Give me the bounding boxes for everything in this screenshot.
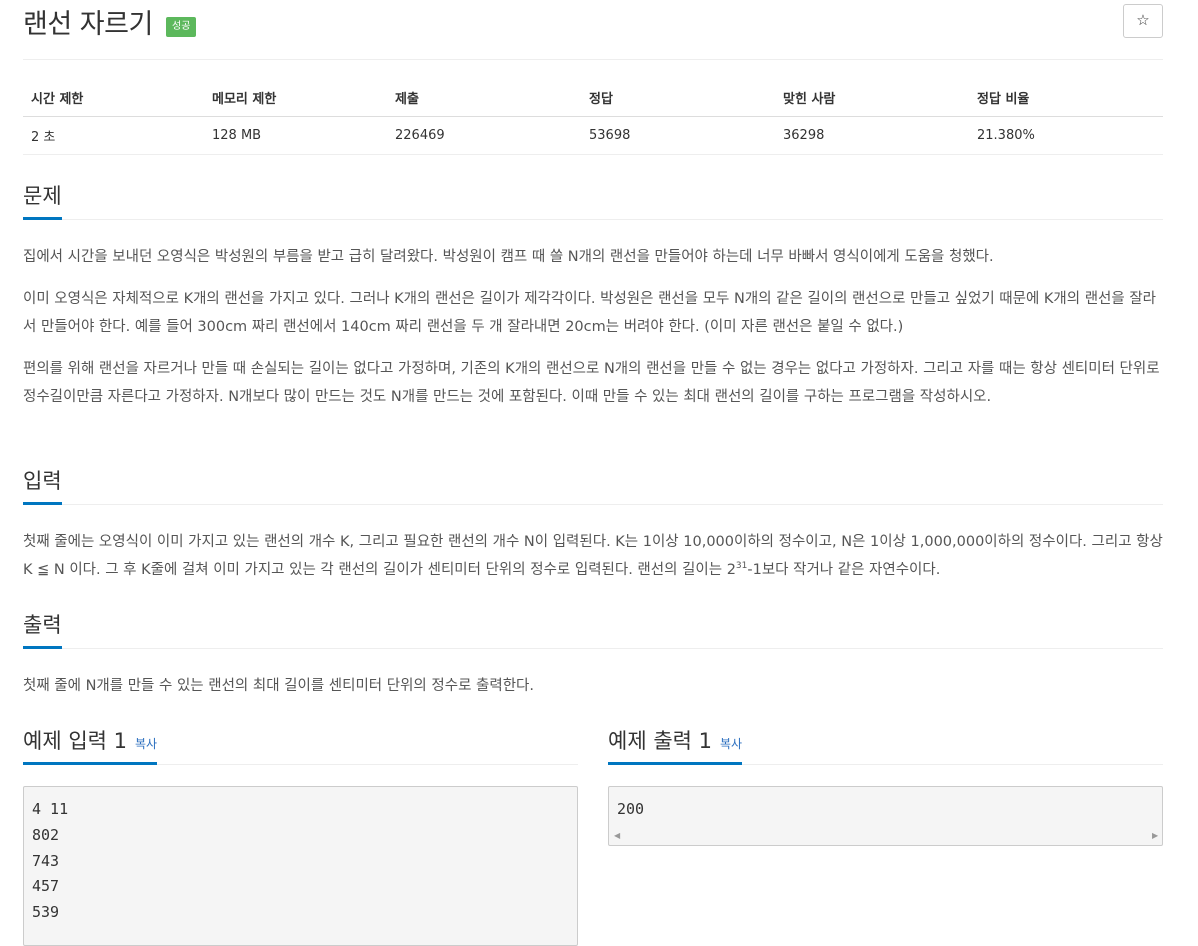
cell-accepted: 53698	[581, 116, 775, 155]
input-text-sup: 31	[735, 561, 748, 572]
output-section-header: 출력	[23, 609, 1163, 649]
header-accept-ratio: 정답 비율	[969, 78, 1163, 117]
problem-paragraph-1: 집에서 시간을 보내던 오영식은 박성원의 부름을 받고 급히 달려왔다. 박성…	[23, 249, 994, 265]
page-title: 랜선 자르기	[23, 9, 153, 40]
divider	[23, 59, 1163, 60]
problem-section-header: 문제	[23, 180, 1163, 220]
output-section-title: 출력	[23, 609, 62, 649]
copy-sample-input-link[interactable]: 복사	[135, 737, 157, 751]
input-paragraph: 첫째 줄에는 오영식이 이미 가지고 있는 랜선의 개수 K, 그리고 필요한 …	[23, 528, 1163, 584]
header-solved-users: 맞힌 사람	[775, 78, 969, 117]
problem-paragraph-3: 편의를 위해 랜선을 자르거나 만들 때 손실되는 길이는 없다고 가정하며, …	[23, 361, 1160, 405]
copy-sample-output-link[interactable]: 복사	[720, 737, 742, 751]
sample-input-title-text: 예제 입력 1	[23, 729, 127, 753]
problem-section-title: 문제	[23, 180, 62, 220]
cell-memory-limit: 128 MB	[204, 116, 387, 155]
input-text-b: -1보다 작거나 같은 자연수이다.	[747, 562, 941, 578]
status-badge: 성공	[166, 17, 197, 37]
sample-input-title: 예제 입력 1 복사	[23, 725, 158, 765]
sample-input-box[interactable]: 4 11 802 743 457 539	[23, 786, 578, 946]
input-section-header: 입력	[23, 465, 1163, 505]
input-section-title: 입력	[23, 465, 62, 505]
header-submissions: 제출	[387, 78, 581, 117]
table-header-row: 시간 제한 메모리 제한 제출 정답 맞힌 사람 정답 비율	[23, 78, 1163, 117]
header-accepted: 정답	[581, 78, 775, 117]
sample-output-title: 예제 출력 1 복사	[608, 725, 743, 765]
table-row: 2 초 128 MB 226469 53698 36298 21.380%	[23, 116, 1163, 155]
title-row: 랜선 자르기 성공 ☆	[23, 0, 1163, 60]
scroll-left-arrow-icon[interactable]: ◀	[614, 831, 620, 840]
problem-page: 랜선 자르기 성공 ☆ 시간 제한 메모리 제한 제출 정답 맞힌 사람 정답 …	[23, 0, 1163, 946]
cell-solved-users: 36298	[775, 116, 969, 155]
header-memory-limit: 메모리 제한	[204, 78, 387, 117]
star-icon: ☆	[1136, 11, 1150, 29]
problem-paragraph-2: 이미 오영식은 자체적으로 K개의 랜선을 가지고 있다. 그러나 K개의 랜선…	[23, 291, 1157, 335]
sample-output-box[interactable]: 200	[608, 786, 1163, 846]
problem-info-table: 시간 제한 메모리 제한 제출 정답 맞힌 사람 정답 비율 2 초 128 M…	[23, 78, 1163, 155]
output-paragraph: 첫째 줄에 N개를 만들 수 있는 랜선의 최대 길이를 센티미터 단위의 정수…	[23, 678, 534, 694]
sample-input-header: 예제 입력 1 복사	[23, 725, 578, 765]
sample-output-title-text: 예제 출력 1	[608, 729, 712, 753]
sample-output-header: 예제 출력 1 복사	[608, 725, 1163, 765]
header-time-limit: 시간 제한	[23, 78, 204, 117]
star-button[interactable]: ☆	[1123, 4, 1163, 38]
input-text-a: 첫째 줄에는 오영식이 이미 가지고 있는 랜선의 개수 K, 그리고 필요한 …	[23, 534, 1163, 578]
cell-time-limit: 2 초	[23, 116, 204, 155]
scroll-right-arrow-icon[interactable]: ▶	[1152, 831, 1158, 840]
cell-submissions: 226469	[387, 116, 581, 155]
cell-accept-ratio: 21.380%	[969, 116, 1163, 155]
